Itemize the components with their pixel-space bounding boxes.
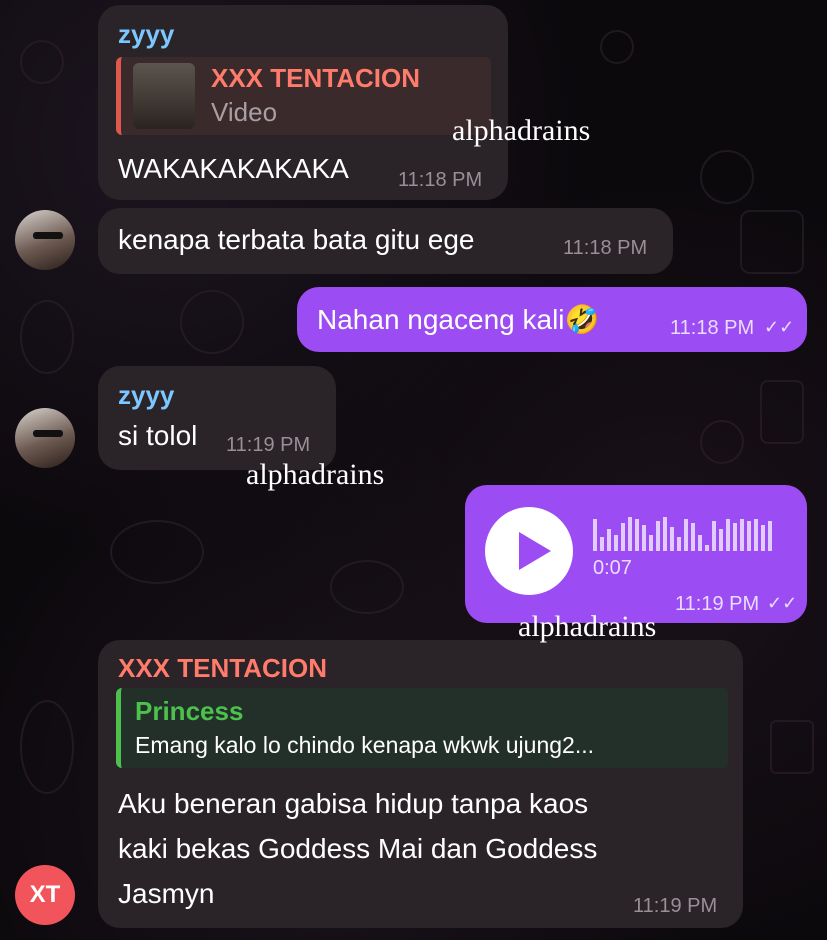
message-text: WAKAKAKAKAKA: [118, 153, 349, 184]
avatar[interactable]: [15, 210, 75, 270]
avatar-initials: XT: [29, 881, 61, 908]
message-text: kenapa terbata bata gitu ege: [118, 224, 475, 255]
avatar[interactable]: [15, 408, 75, 468]
watermark: alphadrains: [452, 114, 591, 147]
message-time: 11:18 PM: [563, 237, 648, 259]
voice-duration: 0:07: [593, 557, 632, 579]
play-button[interactable]: [485, 507, 573, 595]
sender-name[interactable]: zyyy: [118, 380, 174, 411]
message-time: 11:19 PM: [633, 895, 718, 917]
message-bubble[interactable]: kenapa terbata bata gitu ege 11:18 PM: [98, 208, 673, 274]
double-check-icon: ✓✓: [764, 317, 795, 337]
message-time: 11:19 PM: [226, 434, 311, 456]
message-bubble[interactable]: zyyy XXX TENTACION Video WAKAKAKAKAKA 11…: [98, 5, 508, 200]
double-check-icon: ✓✓: [767, 593, 798, 613]
sender-name[interactable]: zyyy: [118, 19, 174, 50]
message-bubble[interactable]: zyyy si tolol 11:19 PM: [98, 366, 336, 470]
watermark: alphadrains: [518, 610, 657, 643]
reply-preview[interactable]: XXX TENTACION Video: [116, 57, 491, 135]
message-text: si tolol: [118, 420, 198, 451]
play-icon: [519, 532, 551, 570]
reply-sender-name: XXX TENTACION: [211, 63, 420, 93]
message-bubble[interactable]: XXX TENTACION Princess Emang kalo lo chi…: [98, 640, 743, 928]
reply-media-type: Video: [211, 97, 278, 127]
message-text: Nahan ngaceng kali🤣: [317, 303, 599, 336]
message-time: 11:18 PM: [670, 317, 755, 339]
watermark: alphadrains: [246, 458, 385, 491]
waveform: [593, 517, 772, 551]
message-text-line: Jasmyn: [118, 878, 215, 909]
voice-message-bubble[interactable]: 0:07 11:19 PM ✓✓: [465, 485, 807, 623]
message-text-line: kaki bekas Goddess Mai dan Goddess: [118, 833, 598, 864]
avatar[interactable]: XT: [15, 865, 75, 925]
video-thumbnail: [133, 63, 195, 129]
reply-sender-name: Princess: [135, 696, 244, 726]
message-bubble[interactable]: Nahan ngaceng kali🤣 11:18 PM ✓✓: [297, 287, 807, 352]
message-text-body: Nahan ngaceng kali: [317, 304, 565, 335]
message-time: 11:18 PM: [398, 169, 483, 191]
rofl-emoji: 🤣: [564, 304, 600, 335]
message-time: 11:19 PM: [675, 593, 760, 615]
sender-name[interactable]: XXX TENTACION: [118, 653, 327, 684]
reply-preview[interactable]: Princess Emang kalo lo chindo kenapa wkw…: [116, 688, 728, 768]
message-text-line: Aku beneran gabisa hidup tanpa kaos: [118, 788, 589, 819]
reply-text: Emang kalo lo chindo kenapa wkwk ujung2.…: [135, 732, 595, 758]
